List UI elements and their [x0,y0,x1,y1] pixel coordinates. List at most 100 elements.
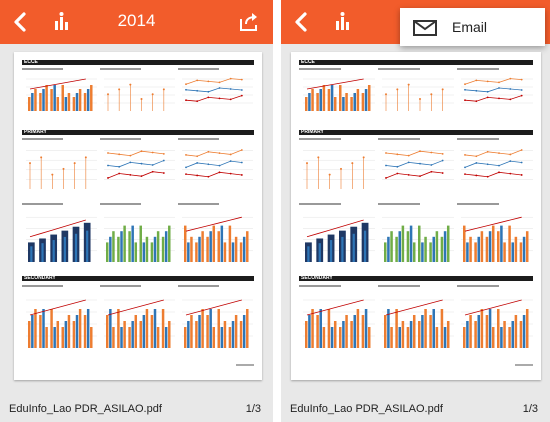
mini-chart-title-line [100,285,142,287]
report-footnote-line [515,364,533,366]
file-name: EduInfo_Lao PDR_ASILAO.pdf [9,403,162,415]
mini-chart-title-line [378,68,420,70]
mini-chart-title-line [178,138,220,140]
mini-chart-title-line [22,68,64,70]
file-name: EduInfo_Lao PDR_ASILAO.pdf [290,403,443,415]
mini-chart-graphic [104,150,175,180]
mini-chart-graphic [104,216,175,262]
agency-logo-icon[interactable] [329,9,355,35]
screen-right: Email ECCE PRIMARY SECONDARY EduInfo_Lao P… [281,0,550,422]
mini-chart-title-line [22,285,64,287]
mini-chart-graphic [26,150,97,189]
report-section-bar: ECCE [22,60,254,65]
mini-chart-title-line [100,203,142,205]
envelope-icon [413,20,437,36]
report-mini-chart [100,67,175,113]
report-mini-chart [299,284,375,350]
report-section-bar: PRIMARY [22,130,254,135]
report-section-bar: SECONDARY [22,276,254,281]
mini-chart-title-line [378,138,420,140]
report-mini-chart [178,202,253,264]
mini-chart-title-line [457,285,499,287]
mini-chart-title-line [299,68,341,70]
report-mini-chart [100,202,175,264]
mini-chart-graphic [26,299,97,348]
pdf-page[interactable]: ECCE PRIMARY SECONDARY [291,52,541,380]
screen-left: 2014 ECCE PRIMARY SECONDARY EduInfo_Lao PD… [0,0,273,422]
mini-chart-title-line [457,138,499,140]
report-mini-chart [22,137,97,191]
report-mini-chart [178,284,253,350]
mini-chart-graphic [461,299,533,348]
mini-chart-graphic [182,299,253,348]
mini-chart-title-line [100,68,142,70]
mini-chart-title-line [457,68,499,70]
report-mini-chart [299,202,375,264]
report-mini-chart [378,137,454,191]
report-mini-chart [299,67,375,113]
report-mini-chart [178,137,253,191]
mini-chart-graphic [461,216,533,262]
mini-chart-graphic [303,150,375,189]
email-menu-item[interactable]: Email [400,8,545,46]
report-mini-chart [100,137,175,191]
mini-chart-title-line [299,285,341,287]
mini-chart-title-line [178,203,220,205]
report-mini-chart [22,284,97,350]
report-section-bar: SECONDARY [299,276,533,281]
mini-chart-title-line [178,285,220,287]
mini-chart-graphic [182,149,253,180]
page-indicator: 1/3 [522,403,538,415]
chevron-left-icon[interactable] [289,9,315,35]
mini-chart-graphic [382,216,454,262]
report-mini-chart [457,202,533,264]
report-footnote-line [236,364,254,366]
mini-chart-graphic [26,216,97,262]
mini-chart-graphic [182,216,253,262]
app-bar: 2014 [0,0,273,44]
split-divider [273,0,281,422]
report-mini-chart [378,67,454,113]
report-section-bar: PRIMARY [299,130,533,135]
mini-chart-graphic [461,77,533,104]
footer-bar: EduInfo_Lao PDR_ASILAO.pdf 1/3 [0,398,273,422]
mini-chart-graphic [382,150,454,180]
mini-chart-title-line [22,138,64,140]
mini-chart-title-line [178,68,220,70]
report-mini-chart [178,67,253,113]
mini-chart-graphic [382,299,454,348]
report-mini-chart [378,284,454,350]
mini-chart-title-line [378,285,420,287]
mini-chart-graphic [461,149,533,180]
mini-chart-graphic [182,77,253,104]
share-icon[interactable] [237,10,261,34]
pdf-page[interactable]: ECCE PRIMARY SECONDARY [14,52,262,380]
share-menu: Email [400,8,545,46]
report-section-bar: ECCE [299,60,533,65]
report-mini-chart [22,67,97,113]
email-menu-label: Email [452,19,488,35]
report-mini-chart [22,202,97,264]
footer-bar: EduInfo_Lao PDR_ASILAO.pdf 1/3 [281,398,550,422]
page-indicator: 1/3 [245,403,261,415]
mini-chart-graphic [303,299,375,348]
mini-chart-graphic [303,78,375,111]
mini-chart-title-line [457,203,499,205]
mini-chart-title-line [299,203,341,205]
mini-chart-title-line [22,203,64,205]
mini-chart-graphic [303,216,375,262]
report-mini-chart [378,202,454,264]
mini-chart-graphic [104,299,175,348]
mini-chart-title-line [299,138,341,140]
mini-chart-title-line [378,203,420,205]
report-mini-chart [457,67,533,113]
report-mini-chart [100,284,175,350]
report-mini-chart [457,137,533,191]
mini-chart-graphic [26,78,97,111]
mini-chart-graphic [382,78,454,111]
mini-chart-title-line [100,138,142,140]
mini-chart-graphic [104,78,175,111]
report-mini-chart [299,137,375,191]
report-mini-chart [457,284,533,350]
page-title: 2014 [117,11,156,30]
